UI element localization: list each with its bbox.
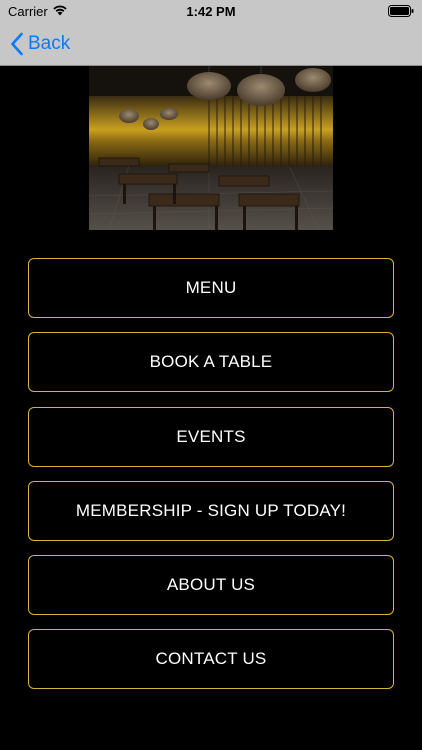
events-button[interactable]: EVENTS: [28, 407, 394, 467]
menu-button[interactable]: MENU: [28, 258, 394, 318]
membership-button[interactable]: MEMBERSHIP - SIGN UP TODAY!: [28, 481, 394, 541]
app-screen: Carrier 1:42 PM Back MENU BOOK A TABLE E…: [0, 0, 422, 750]
battery-icon: [388, 5, 414, 17]
chevron-left-icon: [11, 32, 23, 56]
book-a-table-button[interactable]: BOOK A TABLE: [28, 332, 394, 392]
contact-us-button[interactable]: CONTACT US: [28, 629, 394, 689]
status-bar: Carrier 1:42 PM: [0, 0, 422, 22]
top-bar: Carrier 1:42 PM Back: [0, 0, 422, 66]
back-button[interactable]: Back: [10, 30, 70, 58]
status-time: 1:42 PM: [186, 4, 236, 19]
back-label: Back: [28, 33, 71, 54]
about-us-button[interactable]: ABOUT US: [28, 555, 394, 615]
restaurant-interior-image: [89, 66, 333, 230]
